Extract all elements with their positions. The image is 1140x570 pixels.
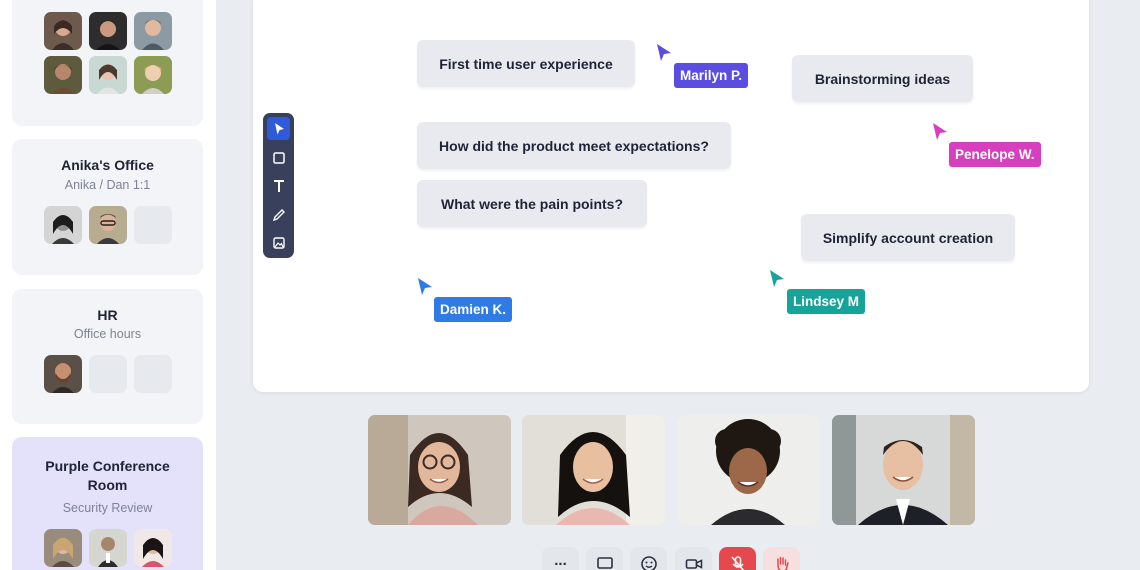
room-avatars xyxy=(44,529,172,567)
avatar[interactable] xyxy=(89,206,127,244)
empty-avatar-slot xyxy=(134,355,172,393)
screen-share-button[interactable] xyxy=(586,547,623,570)
raise-hand-icon xyxy=(776,556,789,570)
rooms-sidebar: Anika's Office Anika / Dan 1:1 HR Office… xyxy=(0,0,216,570)
room-title: Anika's Office xyxy=(61,157,154,173)
avatar[interactable] xyxy=(134,529,172,567)
rectangle-tool[interactable] xyxy=(267,146,290,169)
avatar[interactable] xyxy=(44,529,82,567)
mic-muted-icon xyxy=(730,556,744,570)
room-card-hr[interactable]: HR Office hours xyxy=(12,289,203,424)
room-subtitle: Anika / Dan 1:1 xyxy=(64,178,151,192)
cursor-label-lindsey: Lindsey M xyxy=(787,289,866,314)
avatar[interactable] xyxy=(89,529,127,567)
empty-avatar-slot xyxy=(134,206,172,244)
text-icon xyxy=(273,179,284,192)
room-title: Purple Conference Room xyxy=(45,458,170,493)
avatar[interactable] xyxy=(44,206,82,244)
avatar[interactable] xyxy=(134,12,172,50)
video-tile[interactable] xyxy=(832,415,975,525)
camera-icon xyxy=(685,559,702,569)
avatar[interactable] xyxy=(44,12,82,50)
camera-button[interactable] xyxy=(675,547,712,570)
screen-share-icon xyxy=(596,557,613,569)
room-avatars xyxy=(44,12,174,94)
emoji-icon xyxy=(640,556,657,570)
avatar[interactable] xyxy=(44,355,82,393)
rectangle-icon xyxy=(272,151,285,164)
cursor-pointer-icon xyxy=(418,278,432,295)
raise-hand-button[interactable] xyxy=(763,547,800,570)
cursor-label-marilyn: Marilyn P. xyxy=(674,63,749,88)
text-tool[interactable] xyxy=(267,174,290,197)
cursor-label-penelope: Penelope W. xyxy=(949,142,1041,167)
participant-video xyxy=(677,415,820,525)
participant-video xyxy=(368,415,511,525)
room-card-anikas-office[interactable]: Anika's Office Anika / Dan 1:1 xyxy=(12,139,203,275)
sticky-note[interactable]: What were the pain points? xyxy=(417,180,647,227)
video-tile[interactable] xyxy=(522,415,665,525)
room-subtitle: Office hours xyxy=(73,327,142,341)
more-options-button[interactable]: ... xyxy=(542,547,579,570)
room-avatars xyxy=(44,355,172,393)
sticky-note[interactable]: Simplify account creation xyxy=(801,214,1015,261)
sticky-note[interactable]: How did the product meet expectations? xyxy=(417,122,731,169)
more-icon: ... xyxy=(554,552,567,569)
room-title: HR xyxy=(97,307,118,323)
avatar[interactable] xyxy=(89,56,127,94)
cursor-pointer-icon xyxy=(770,270,784,287)
cursor-label-damien: Damien K. xyxy=(434,297,513,322)
microphone-button[interactable] xyxy=(719,547,756,570)
image-icon xyxy=(272,236,285,249)
cursor-pointer-icon xyxy=(933,123,947,140)
room-avatars xyxy=(44,206,172,244)
avatar[interactable] xyxy=(134,56,172,94)
sticky-note[interactable]: Brainstorming ideas xyxy=(792,55,973,102)
cursor-pointer-icon xyxy=(657,44,671,61)
pointer-icon xyxy=(274,122,284,134)
room-card-purple-conference-room[interactable]: Purple Conference Room Security Review xyxy=(12,437,203,570)
image-tool[interactable] xyxy=(267,231,290,254)
sticky-note[interactable]: First time user experience xyxy=(417,40,635,87)
video-tile[interactable] xyxy=(368,415,511,525)
participant-video xyxy=(522,415,665,525)
avatar[interactable] xyxy=(89,12,127,50)
avatar[interactable] xyxy=(44,56,82,94)
drawing-toolbar xyxy=(263,113,294,258)
participant-video xyxy=(832,415,975,525)
pen-tool[interactable] xyxy=(267,203,290,226)
pen-icon xyxy=(272,208,285,221)
video-tile[interactable] xyxy=(677,415,820,525)
empty-avatar-slot xyxy=(89,355,127,393)
room-subtitle: Security Review xyxy=(62,501,153,515)
room-card-top[interactable] xyxy=(12,0,203,126)
pointer-tool[interactable] xyxy=(267,117,290,140)
reactions-button[interactable] xyxy=(630,547,667,570)
